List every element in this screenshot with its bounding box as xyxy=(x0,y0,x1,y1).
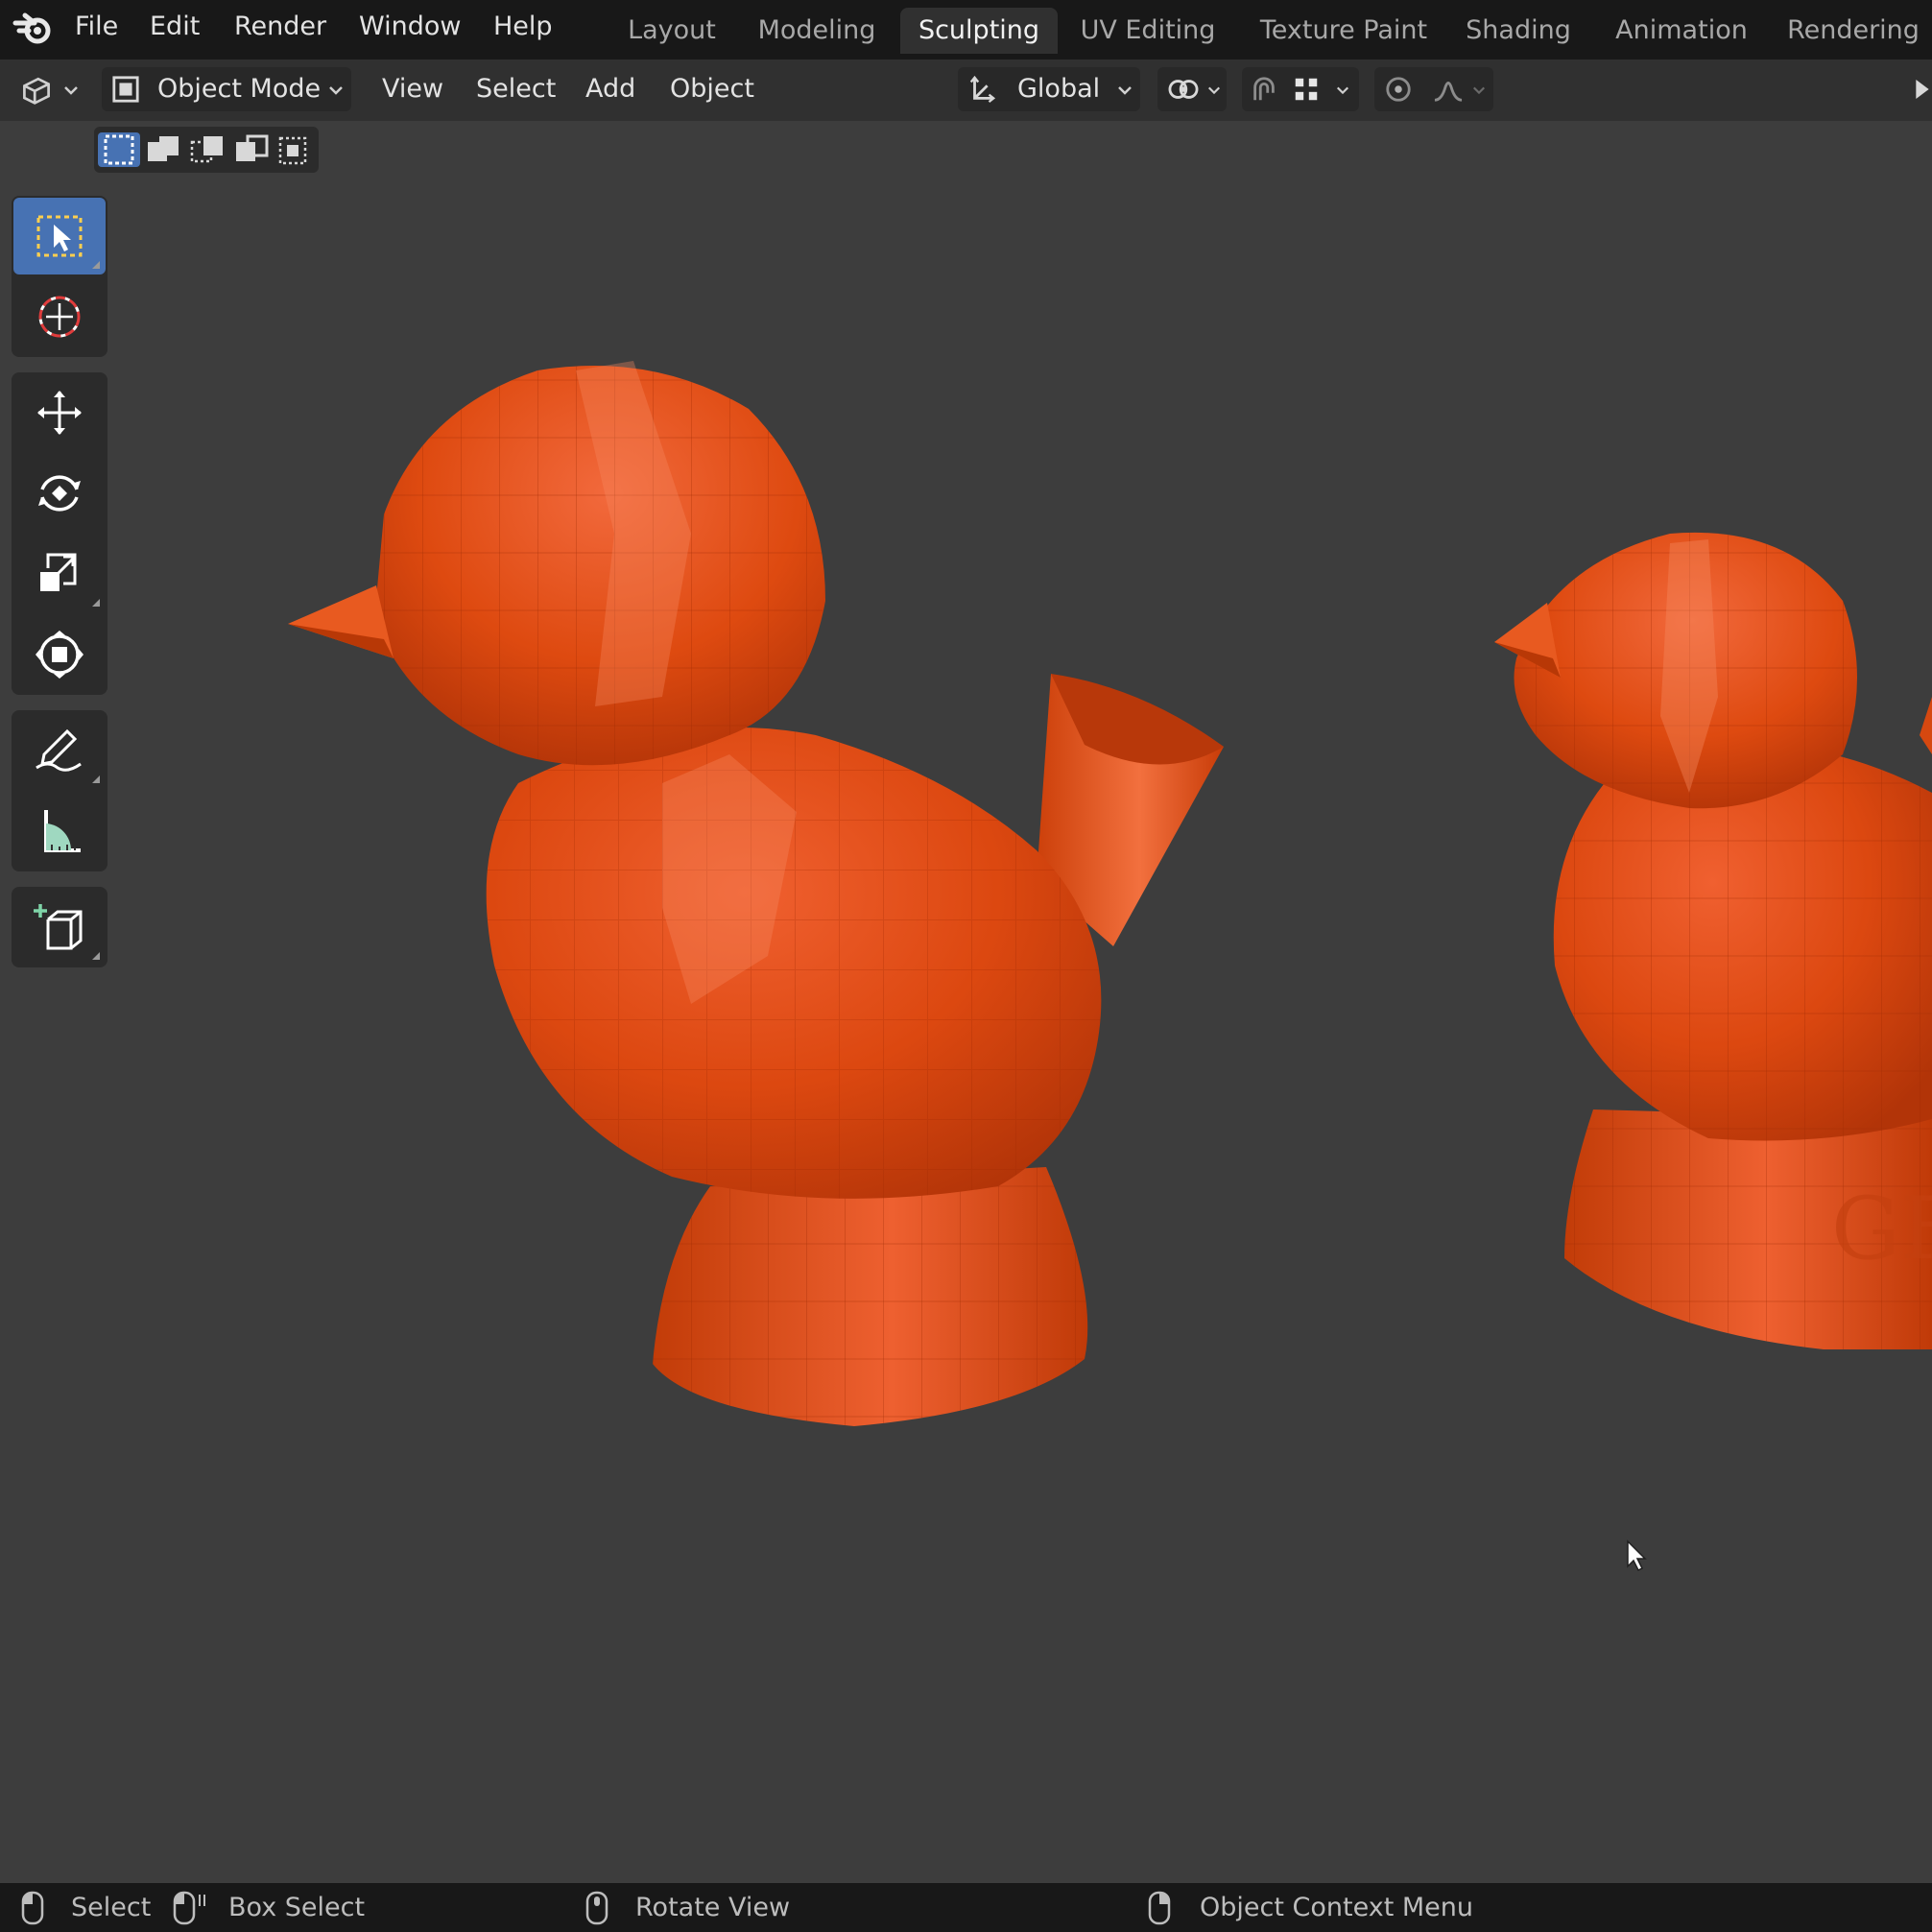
status-select-label: Select xyxy=(71,1893,152,1922)
chevron-down-icon xyxy=(329,86,343,95)
bird-model-right[interactable]: GF xyxy=(1494,532,1932,1349)
menu-object[interactable]: Object xyxy=(670,67,754,111)
blender-logo-icon[interactable] xyxy=(12,10,54,48)
viewport-3d[interactable]: GF xyxy=(0,121,1932,1883)
menu-render[interactable]: Render xyxy=(234,8,326,46)
orientation-icon xyxy=(969,75,996,104)
mode-dropdown[interactable]: Object Mode xyxy=(102,67,351,111)
tab-sculpting[interactable]: Sculpting xyxy=(900,8,1058,54)
snap-grid-icon[interactable] xyxy=(1292,75,1321,104)
tab-layout[interactable]: Layout xyxy=(614,8,729,54)
status-bar: Select Box Select Rotate View Object Con… xyxy=(0,1883,1932,1932)
view3d-icon xyxy=(23,77,50,105)
mouse-middle-icon xyxy=(585,1891,608,1925)
menu-window[interactable]: Window xyxy=(359,8,461,46)
mouse-pointer-icon xyxy=(1627,1539,1647,1572)
chevron-down-icon xyxy=(1472,86,1486,95)
menu-help[interactable]: Help xyxy=(493,8,553,46)
menu-select[interactable]: Select xyxy=(476,67,556,111)
snapping-group[interactable] xyxy=(1242,67,1359,111)
menu-view[interactable]: View xyxy=(382,67,443,111)
viewport-header: Object Mode View Select Add Object Globa… xyxy=(0,60,1932,121)
mouse-left-icon xyxy=(21,1891,44,1925)
tab-modeling[interactable]: Modeling xyxy=(745,8,889,54)
magnet-icon[interactable] xyxy=(1250,75,1278,104)
status-rotate-view-label: Rotate View xyxy=(635,1893,791,1922)
proportional-edit-icon[interactable] xyxy=(1384,75,1413,104)
tab-animation[interactable]: Animation xyxy=(1609,8,1754,54)
status-box-select-label: Box Select xyxy=(228,1893,366,1922)
bird-model-left[interactable] xyxy=(288,361,1224,1426)
chevron-down-icon xyxy=(1207,86,1221,95)
object-mode-icon xyxy=(112,76,139,103)
mouse-right-icon xyxy=(1148,1891,1171,1925)
chevron-down-icon xyxy=(64,86,78,95)
chevron-down-icon xyxy=(1336,86,1349,95)
orientation-label: Global xyxy=(1017,74,1101,104)
menu-file[interactable]: File xyxy=(75,8,118,46)
tab-rendering[interactable]: Rendering xyxy=(1781,8,1925,54)
mouse-left-drag-icon xyxy=(173,1891,205,1925)
status-context-menu-label: Object Context Menu xyxy=(1200,1893,1474,1922)
mode-label: Object Mode xyxy=(157,74,322,104)
proportional-edit-group[interactable] xyxy=(1374,67,1493,111)
gizmo-toggle-icon[interactable] xyxy=(1913,75,1932,104)
pivot-point-dropdown[interactable] xyxy=(1157,67,1227,111)
chevron-down-icon xyxy=(1118,86,1132,95)
top-menu-bar: File Edit Render Window Help Layout Mode… xyxy=(0,0,1932,60)
pivot-icon xyxy=(1168,80,1199,99)
falloff-curve-icon[interactable] xyxy=(1432,75,1465,104)
menu-add[interactable]: Add xyxy=(585,67,635,111)
tab-shading[interactable]: Shading xyxy=(1453,8,1584,54)
transform-orientation-dropdown[interactable]: Global xyxy=(958,67,1140,111)
tab-uv-editing[interactable]: UV Editing xyxy=(1071,8,1225,54)
menu-edit[interactable]: Edit xyxy=(150,8,200,46)
editor-type-button[interactable] xyxy=(13,67,83,111)
embossed-logo: GF xyxy=(1831,1179,1932,1279)
tab-texture-paint[interactable]: Texture Paint xyxy=(1248,8,1440,54)
